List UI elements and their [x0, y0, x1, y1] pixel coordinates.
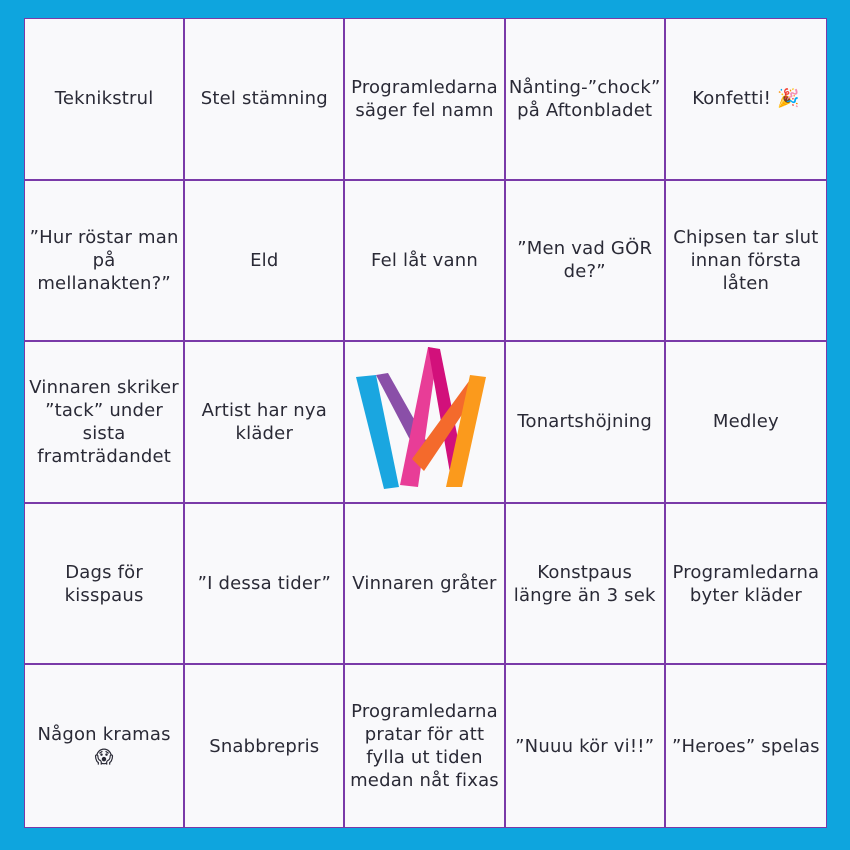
bingo-cell[interactable]: Dags för kisspaus — [25, 503, 186, 666]
bingo-cell[interactable]: Programledarna byter kläder — [665, 504, 826, 666]
bingo-cell[interactable]: Programledarna säger fel namn — [345, 19, 506, 181]
cell-label: Vinnaren skriker ”tack” under sista fram… — [29, 376, 179, 467]
cell-label: Konstpaus längre än 3 sek — [513, 561, 656, 606]
cell-label: Snabbrepris — [209, 735, 320, 757]
bingo-cell[interactable]: ”Hur röstar man på mellanakten?” — [25, 180, 186, 343]
bingo-cell[interactable]: Medley — [665, 342, 826, 504]
bingo-cell[interactable]: Konfetti! 🎉 — [665, 19, 826, 181]
bingo-cell[interactable]: Vinnaren skriker ”tack” under sista fram… — [25, 342, 186, 504]
bingo-cell[interactable]: Teknikstrul — [25, 19, 186, 181]
bingo-cell[interactable]: Eld — [185, 180, 346, 343]
cell-label: Vinnaren gråter — [352, 573, 497, 595]
bingo-cell[interactable]: Någon kramas 😱 — [25, 665, 186, 827]
bingo-cell[interactable]: Artist har nya kläder — [185, 342, 346, 504]
bingo-cell[interactable]: Tonartshöjning — [505, 342, 666, 504]
cell-label: Chipsen tar slut innan första låten — [673, 226, 819, 294]
cell-label: Programledarna säger fel namn — [351, 76, 498, 121]
cell-label: Tonartshöjning — [517, 411, 653, 433]
bingo-cell[interactable]: Fel låt vann — [345, 180, 506, 343]
bingo-cell[interactable]: Stel stämning — [185, 19, 346, 181]
cell-label: ”I dessa tider” — [197, 573, 331, 595]
bingo-cell[interactable]: Nånting-”chock” på Aftonbladet — [505, 19, 666, 181]
bingo-cell[interactable]: ”Heroes” spelas — [666, 665, 826, 827]
free-space-logo-cell — [345, 342, 506, 504]
bingo-cell[interactable]: Konstpaus längre än 3 sek — [505, 503, 666, 666]
cell-label: Programledarna pratar för att fylla ut t… — [350, 701, 499, 792]
cell-label: Nånting-”chock” på Aftonbladet — [508, 76, 661, 121]
bingo-cell[interactable]: Snabbrepris — [185, 665, 346, 827]
bingo-cell[interactable]: Vinnaren gråter — [345, 503, 506, 666]
cell-label: Teknikstrul — [54, 88, 154, 110]
bingo-cell[interactable]: Chipsen tar slut innan första låten — [665, 181, 826, 343]
cell-label: Artist har nya kläder — [201, 399, 327, 444]
bingo-board: Teknikstrul Stel stämning Programledarna… — [24, 18, 827, 828]
cell-label: ”Heroes” spelas — [672, 735, 820, 757]
bingo-cell[interactable]: ”Men vad GÖR de?” — [505, 180, 666, 343]
bingo-cell[interactable]: ”I dessa tider” — [185, 503, 346, 666]
cell-label: Eld — [250, 249, 279, 271]
cell-label: Fel låt vann — [371, 249, 478, 271]
melodifestivalen-crown-logo-icon — [356, 346, 487, 489]
cell-label: Stel stämning — [200, 88, 328, 110]
cell-label: Konfetti! 🎉 — [692, 88, 800, 110]
cell-label: Dags för kisspaus — [64, 561, 144, 606]
cell-label: ”Men vad GÖR de?” — [517, 238, 653, 283]
cell-label: Programledarna byter kläder — [672, 561, 820, 606]
cell-label: ”Hur röstar man på mellanakten?” — [29, 226, 179, 294]
bingo-cell[interactable]: Programledarna pratar för att fylla ut t… — [345, 665, 506, 827]
bingo-cell[interactable]: ”Nuuu kör vi!!” — [506, 665, 666, 827]
cell-label: Medley — [712, 411, 779, 433]
cell-label: ”Nuuu kör vi!!” — [515, 735, 655, 757]
cell-label: Någon kramas 😱 — [37, 724, 171, 769]
